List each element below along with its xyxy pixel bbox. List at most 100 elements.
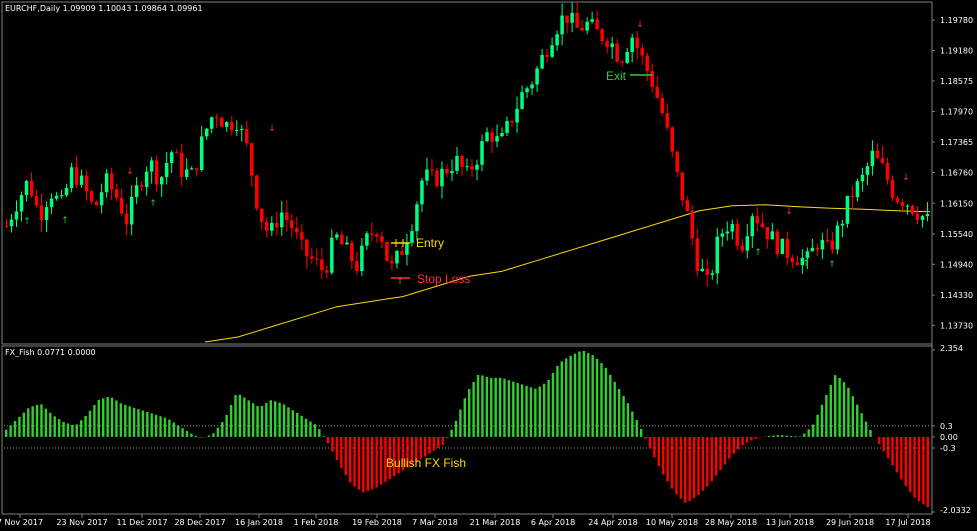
- candle-body: [795, 262, 800, 266]
- chart-canvas: 1.19780 1.19180 1.18575 1.17970 1.17365 1.167…: [0, 1, 973, 527]
- price-tick-label: 1.16760: [940, 168, 973, 177]
- candle-body: [870, 150, 875, 167]
- candle-body: [199, 136, 204, 170]
- candle-body: [790, 257, 795, 263]
- candle-body: [295, 228, 299, 233]
- candle-body: [690, 210, 694, 239]
- price-tick-label: 1.13730: [940, 321, 973, 330]
- candle-body: [780, 238, 785, 254]
- candle-body: [590, 19, 594, 22]
- candle-body: [64, 187, 69, 196]
- candle-body: [510, 120, 514, 123]
- candle-body: [825, 240, 830, 242]
- candle-body: [925, 214, 930, 217]
- candle-body: [465, 166, 469, 168]
- candle-body: [265, 221, 269, 231]
- candle-body: [875, 150, 880, 159]
- candle-body: [315, 258, 319, 260]
- candle-body: [240, 129, 244, 131]
- candle-body: [365, 233, 369, 246]
- candle-body: [440, 168, 444, 187]
- candle-body: [520, 92, 524, 109]
- candle-body: [915, 213, 920, 220]
- candle-body: [745, 236, 750, 251]
- candle-body: [515, 108, 519, 123]
- candle-body: [660, 97, 664, 114]
- candle-body: [530, 84, 534, 89]
- candle-body: [189, 168, 194, 170]
- candle-body: [820, 240, 825, 250]
- candle-body: [84, 175, 89, 192]
- candle-body: [234, 129, 239, 131]
- candle-body: [305, 239, 309, 257]
- candle-body: [405, 242, 409, 255]
- time-tick-label: 17 Jul 2018: [885, 518, 930, 527]
- candle-body: [805, 251, 810, 258]
- candle-body: [835, 225, 840, 250]
- candle-body: [445, 168, 449, 174]
- up-arrow-icon: ↑: [61, 216, 69, 226]
- candle-body: [600, 29, 604, 42]
- up-arrow-icon: ↑: [802, 259, 810, 269]
- candle-body: [810, 247, 815, 252]
- candle-body: [635, 37, 639, 49]
- candle-body: [920, 216, 925, 220]
- candle-body: [325, 270, 329, 273]
- indicator-tick-label: 0.3: [940, 422, 953, 431]
- candle-body: [910, 205, 915, 214]
- time-tick-label: 28 May 2018: [705, 518, 757, 527]
- candle-body: [335, 234, 339, 238]
- candle-body: [645, 55, 649, 72]
- candle-body: [39, 205, 44, 221]
- candle-body: [415, 204, 419, 232]
- candles: [4, 1, 930, 287]
- moving-average-line: [204, 204, 931, 343]
- candle-body: [49, 198, 54, 208]
- candle-body: [425, 169, 429, 181]
- indicator-tick-label: 2.354: [940, 344, 963, 353]
- candle-body: [250, 143, 254, 176]
- indicator-value-axis: 2.354 0.3 0.00 -0.3 -2.0332: [932, 344, 971, 515]
- candle-body: [109, 173, 114, 190]
- time-tick-label: 1 Feb 2018: [294, 518, 339, 527]
- candle-body: [455, 155, 459, 171]
- down-arrow-icon: ↓: [785, 207, 793, 217]
- candle-body: [280, 212, 284, 228]
- price-tick-label: 1.16150: [940, 199, 973, 208]
- down-arrow-icon: ↓: [126, 167, 134, 177]
- candle-body: [880, 158, 885, 164]
- candle-body: [19, 195, 24, 212]
- candle-body: [410, 231, 414, 243]
- candle-body: [585, 21, 589, 31]
- candle-body: [785, 238, 790, 258]
- time-tick-label: 23 Nov 2017: [56, 518, 107, 527]
- time-axis: 7 Nov 2017 23 Nov 2017 11 Dec 2017 28 Dec 2…: [0, 514, 931, 527]
- bullish-fx-fish-label: Bullish FX Fish: [386, 456, 466, 470]
- candle-body: [59, 195, 64, 197]
- time-tick-label: 7 Nov 2017: [0, 518, 43, 527]
- candle-body: [229, 122, 234, 131]
- candle-body: [760, 223, 765, 228]
- candle-body: [650, 71, 654, 87]
- candle-body: [290, 220, 294, 229]
- candle-body: [695, 238, 700, 272]
- price-tick-label: 1.14330: [940, 291, 973, 300]
- time-tick-label: 29 Jun 2018: [826, 518, 874, 527]
- candle-body: [74, 167, 79, 185]
- candle-body: [860, 174, 865, 182]
- price-tick-label: 1.18575: [940, 77, 973, 86]
- trading-chart: 1.19780 1.19180 1.18575 1.17970 1.17365 1.167…: [0, 0, 977, 531]
- candle-body: [850, 195, 855, 198]
- candle-body: [260, 208, 264, 222]
- candle-body: [224, 122, 229, 127]
- candle-body: [890, 179, 895, 198]
- main-panel-frame: [1, 1, 933, 345]
- candle-body: [34, 195, 39, 206]
- time-tick-label: 6 Apr 2018: [531, 518, 575, 527]
- candle-body: [380, 236, 384, 242]
- candle-body: [300, 232, 304, 240]
- candle-body: [475, 164, 479, 170]
- candle-body: [450, 170, 454, 174]
- candle-body: [620, 61, 624, 63]
- candle-body: [615, 43, 619, 62]
